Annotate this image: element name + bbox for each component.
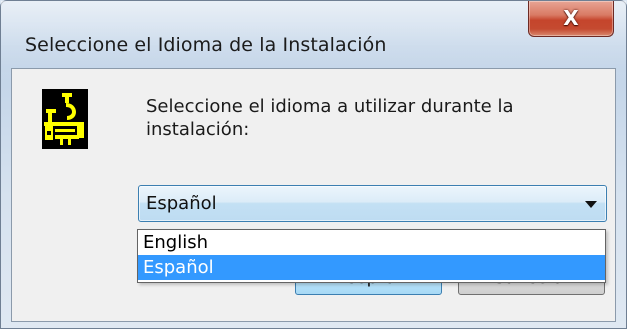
option-espanol[interactable]: Español (138, 255, 605, 280)
close-icon: X (563, 6, 579, 30)
dialog-body: Seleccione el idioma a utilizar durante … (11, 68, 616, 322)
window-title: Seleccione el Idioma de la Instalación (25, 34, 387, 56)
close-button[interactable]: X (528, 1, 614, 37)
language-dropdown-list: English Español (137, 229, 606, 283)
language-select[interactable]: Español (138, 185, 607, 222)
language-select-value: Español (146, 193, 217, 214)
installer-icon (42, 89, 88, 149)
dialog-window: Seleccione el Idioma de la Instalación X (0, 0, 627, 329)
instruction-text: Seleccione el idioma a utilizar durante … (146, 96, 514, 140)
chevron-down-icon[interactable] (585, 201, 597, 208)
option-english[interactable]: English (138, 230, 605, 255)
